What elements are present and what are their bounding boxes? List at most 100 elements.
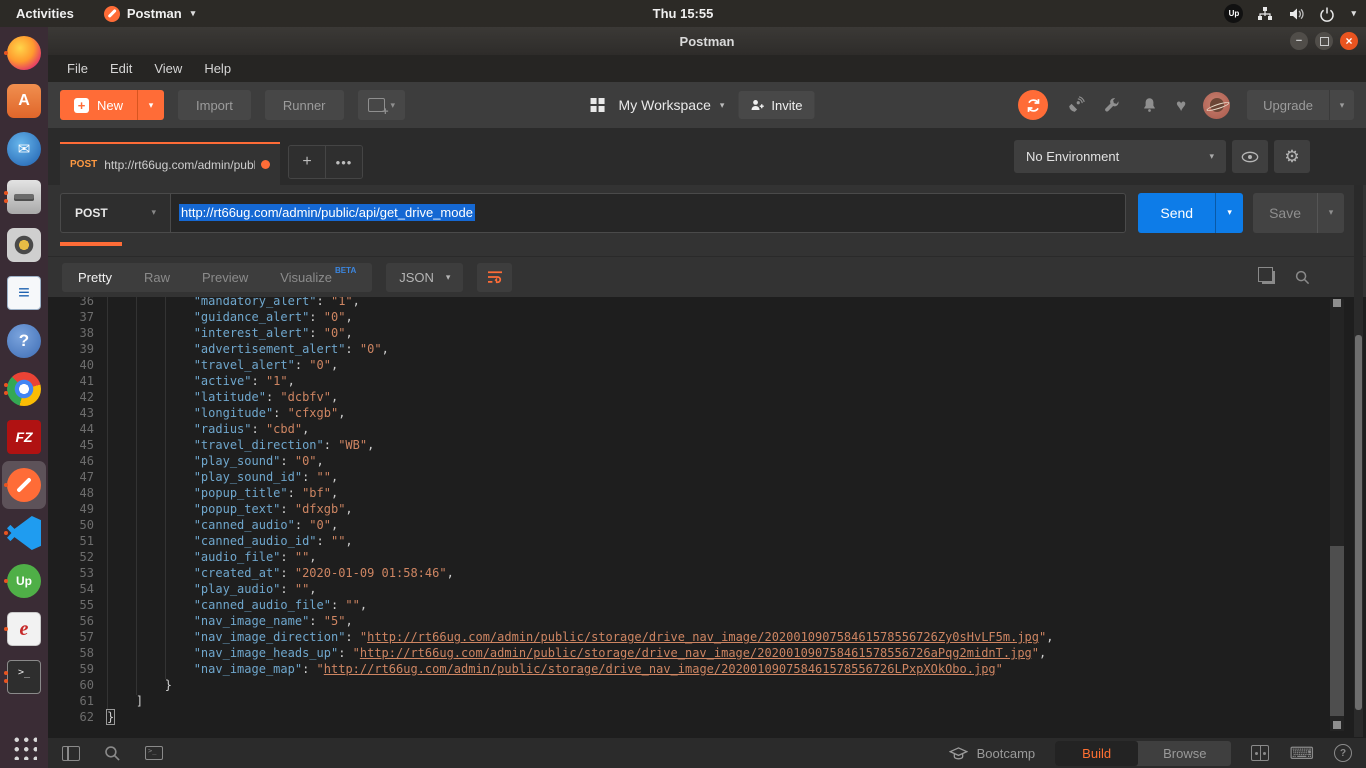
tab-pretty[interactable]: Pretty [62,263,128,292]
add-tab-button[interactable]: + [289,146,325,178]
dock-item-firefox[interactable] [2,29,46,77]
line-number: 49 [48,501,107,517]
menu-help[interactable]: Help [193,61,242,76]
api-network-icon[interactable] [1065,95,1085,115]
menu-edit[interactable]: Edit [99,61,143,76]
bootcamp-button[interactable]: Bootcamp [949,746,1036,761]
response-toolbar: Pretty Raw Preview VisualizeBETA JSON▾ [48,257,1366,297]
menu-view[interactable]: View [143,61,193,76]
code-line: 38 "interest_alert": "0", [48,325,1366,341]
menu-file[interactable]: File [56,61,99,76]
indent-guide [165,297,166,679]
new-dropdown-caret[interactable]: ▾ [137,90,164,120]
tab-raw[interactable]: Raw [128,263,186,292]
editor-scrollbar[interactable] [1330,299,1344,731]
scrollbar-handle-bottom[interactable] [1333,721,1341,729]
clock[interactable]: Thu 15:55 [653,6,714,21]
status-bar: >_ Bootcamp Build Browse ⌨ ? [48,737,1366,768]
dock-item-software[interactable] [2,77,46,125]
line-number: 52 [48,549,107,565]
scrollbar-handle-top[interactable] [1333,299,1341,307]
maximize-button[interactable] [1315,32,1333,50]
code-line: 62} [48,709,1366,725]
build-toggle-button[interactable]: Build [1055,741,1138,766]
app-menu-label: Postman [127,6,182,21]
dock-item-terminal[interactable] [2,653,46,701]
search-icon[interactable] [1295,270,1310,285]
window-scrollbar[interactable] [1354,185,1363,737]
dock-item-archive[interactable] [2,173,46,221]
upgrade-dropdown-caret[interactable]: ▾ [1329,90,1354,120]
environment-quick-look-button[interactable] [1232,140,1268,173]
heart-icon[interactable]: ♥ [1176,97,1186,114]
two-pane-view-icon[interactable] [1251,744,1269,762]
editor-scrollbar-thumb[interactable] [1330,546,1344,716]
tab-preview[interactable]: Preview [186,263,264,292]
copy-icon[interactable] [1262,271,1275,284]
running-indicator [4,383,8,387]
app-menu[interactable]: Postman ▾ [104,6,195,22]
volume-icon[interactable] [1287,5,1305,23]
send-button[interactable]: Send ▾ [1138,193,1243,233]
new-window-button[interactable]: ▾ [358,90,406,120]
code-line: 58 "nav_image_heads_up": "http://rt66ug.… [48,645,1366,661]
caret-down-icon[interactable]: ▾ [1351,8,1356,19]
search-icon[interactable] [104,745,121,762]
keyboard-shortcuts-icon[interactable]: ⌨ [1289,745,1314,762]
sync-icon[interactable] [1018,90,1048,120]
new-button[interactable]: +New ▾ [60,90,164,120]
more-tabs-button[interactable]: ••• [325,146,362,178]
code-line: 50 "canned_audio": "0", [48,517,1366,533]
wrench-icon[interactable] [1102,95,1122,115]
line-number: 54 [48,581,107,597]
dock-item-mail[interactable] [2,125,46,173]
dock-item-writer[interactable] [2,269,46,317]
power-icon[interactable] [1318,5,1336,23]
dock-item-filezilla[interactable] [2,413,46,461]
environment-selector[interactable]: No Environment▾ [1014,140,1226,173]
save-button[interactable]: Save ▾ [1253,193,1344,233]
method-selector[interactable]: POST▾ [60,193,170,233]
import-button[interactable]: Import [178,90,251,120]
activities-button[interactable]: Activities [16,6,74,21]
workspace-selector[interactable]: My Workspace▾ [619,97,725,113]
running-indicator [4,531,8,535]
archive-icon [7,180,41,214]
console-icon[interactable]: >_ [145,744,163,762]
sidebar-toggle-icon[interactable] [62,744,80,762]
show-applications-icon[interactable] [11,734,37,760]
url-input[interactable]: http://rt66ug.com/admin/public/api/get_d… [170,193,1126,233]
upgrade-button[interactable]: Upgrade ▾ [1247,90,1354,120]
dock-item-postman[interactable] [2,461,46,509]
runner-button[interactable]: Runner [265,90,344,120]
response-body-editor[interactable]: 36 "mandatory_alert": "1",37 "guidance_a… [48,297,1366,737]
settings-button[interactable]: ⚙ [1274,140,1310,173]
wrap-text-icon [486,270,504,284]
line-number: 37 [48,309,107,325]
save-dropdown-caret[interactable]: ▾ [1317,193,1344,233]
upwork-tray-icon[interactable]: Up [1224,4,1243,23]
window-scrollbar-thumb[interactable] [1355,335,1362,710]
help-icon[interactable]: ? [1334,744,1352,762]
invite-button[interactable]: Invite [738,91,814,119]
dock-item-vscode[interactable] [2,509,46,557]
network-icon[interactable] [1256,5,1274,23]
send-dropdown-caret[interactable]: ▾ [1215,193,1243,233]
wrap-text-button[interactable] [477,263,512,292]
window-titlebar[interactable]: Postman − × [48,27,1366,55]
close-button[interactable]: × [1340,32,1358,50]
dock-item-upwork[interactable] [2,557,46,605]
browse-toggle-button[interactable]: Browse [1138,746,1231,761]
dock-item-media[interactable] [2,221,46,269]
dock-item-chrome[interactable] [2,365,46,413]
dock-item-help[interactable] [2,317,46,365]
avatar[interactable] [1203,92,1230,119]
bell-icon[interactable] [1139,95,1159,115]
request-tab[interactable]: POST http://rt66ug.com/admin/publ... [60,142,280,185]
tab-visualize[interactable]: VisualizeBETA [264,263,372,292]
dock-item-sign[interactable] [2,605,46,653]
media-icon [7,228,41,262]
format-selector[interactable]: JSON▾ [386,263,463,292]
postman-window: Postman − × File Edit View Help +New ▾ I… [48,27,1366,768]
minimize-button[interactable]: − [1290,32,1308,50]
